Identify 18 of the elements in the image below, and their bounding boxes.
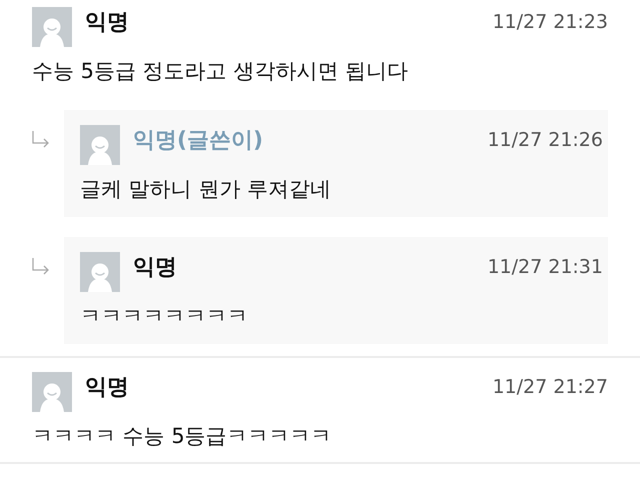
- comment-text: 글케 말하니 뭔가 루져같네: [80, 176, 332, 203]
- comment-time: 11/27 21:23: [492, 11, 608, 33]
- comment-time: 11/27 21:31: [487, 256, 603, 278]
- author-name: 익명: [133, 254, 177, 282]
- comment-time: 11/27 21:27: [492, 376, 608, 398]
- reply-arrow-icon: [32, 257, 50, 275]
- comment-time: 11/27 21:26: [487, 129, 603, 151]
- comment-text: ㅋㅋㅋㅋ 수능 5등급ㅋㅋㅋㅋㅋ: [32, 423, 333, 450]
- reply-arrow-icon: [32, 130, 50, 148]
- avatar-icon: [32, 372, 72, 412]
- comment-text: ㅋㅋㅋㅋㅋㅋㅋㅋ: [80, 303, 249, 330]
- author-name: 익명: [85, 9, 129, 37]
- avatar-icon: [32, 7, 72, 47]
- author-name: 익명(글쓴이): [133, 127, 264, 155]
- avatar-icon: [80, 252, 120, 292]
- author-name: 익명: [85, 374, 129, 402]
- avatar-icon: [80, 125, 120, 165]
- comment-text: 수능 5등급 정도라고 생각하시면 됩니다: [32, 58, 410, 85]
